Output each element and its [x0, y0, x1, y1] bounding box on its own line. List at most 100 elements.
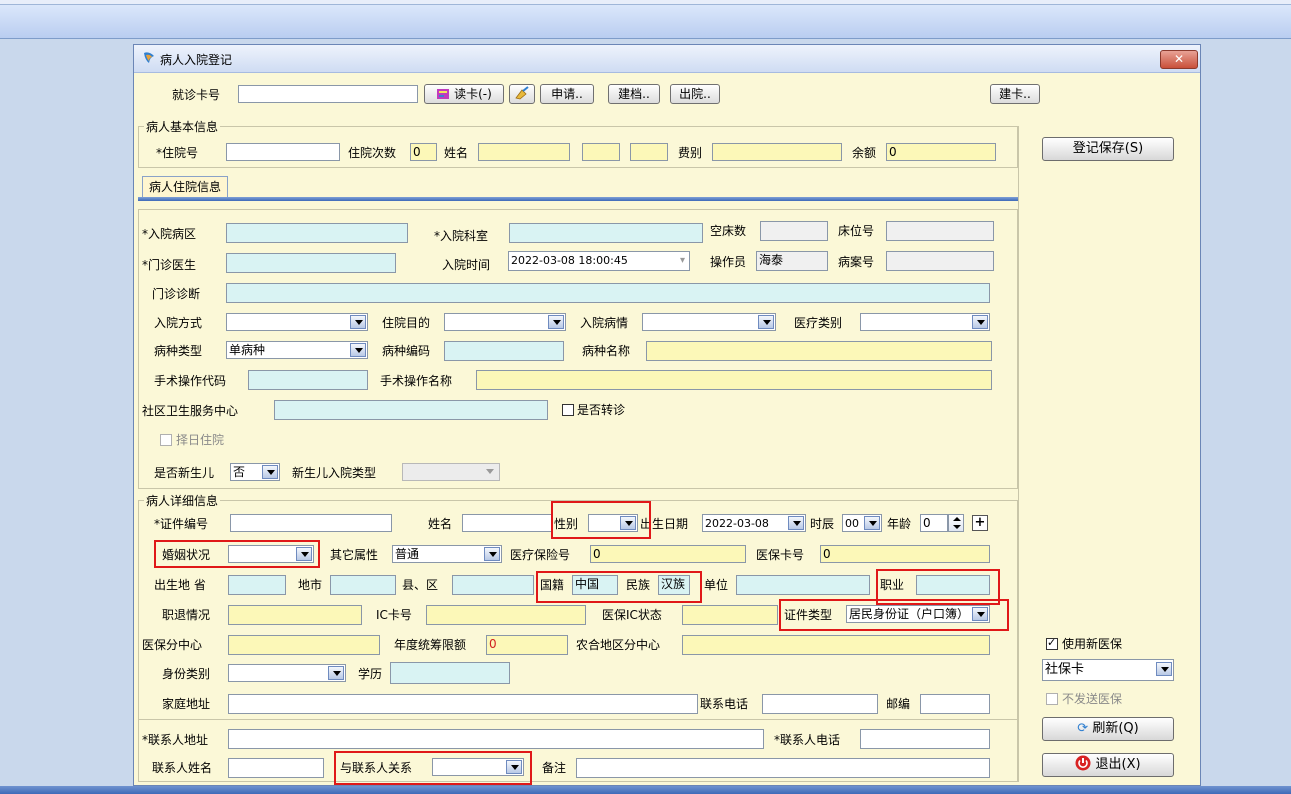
city-input[interactable]	[330, 575, 396, 595]
case-no-input[interactable]	[886, 251, 994, 271]
broom-icon	[515, 86, 529, 100]
birthplace-province-input[interactable]	[228, 575, 286, 595]
disease-name-input[interactable]	[646, 341, 992, 361]
relation-select[interactable]	[432, 758, 524, 776]
hour-select[interactable]: 00	[842, 514, 882, 532]
select-date-label: 择日住院	[176, 433, 225, 447]
surgery-code-label: 手术操作代码	[154, 374, 227, 388]
marital-select[interactable]	[228, 545, 314, 563]
purpose-label: 住院目的	[382, 316, 431, 330]
education-input[interactable]	[390, 662, 510, 684]
newborn-select[interactable]: 否	[230, 463, 280, 481]
bed-no-input[interactable]	[886, 221, 994, 241]
card-type-select[interactable]: 社保卡	[1042, 659, 1174, 681]
ethnic-input[interactable]: 汉族	[658, 575, 690, 595]
surgery-code-input[interactable]	[248, 370, 368, 390]
taskbar	[0, 786, 1291, 794]
create-record-button[interactable]: 建档..	[608, 84, 660, 104]
age-stepper[interactable]	[948, 514, 964, 532]
dept-input[interactable]	[509, 223, 703, 243]
card-no-input[interactable]	[238, 85, 418, 103]
ward-input[interactable]	[226, 223, 408, 243]
identity-select[interactable]	[228, 664, 346, 682]
age-label: 年龄	[887, 517, 912, 531]
ic-card-input[interactable]	[426, 605, 586, 625]
surgery-name-input[interactable]	[476, 370, 992, 390]
fee-type-input[interactable]	[712, 143, 842, 161]
contact-name-input[interactable]	[228, 758, 324, 778]
refresh-button[interactable]: ⟳ 刷新(Q)	[1042, 717, 1174, 741]
newborn-type-select[interactable]	[402, 463, 500, 481]
doctor-input[interactable]	[226, 253, 396, 273]
contact-phone-input[interactable]	[860, 729, 990, 749]
apply-button[interactable]: 申请..	[540, 84, 594, 104]
nationality-input[interactable]: 中国	[572, 575, 618, 595]
detail-name-input[interactable]	[462, 514, 552, 532]
address-input[interactable]	[228, 694, 698, 714]
disease-type-select[interactable]: 单病种	[226, 341, 368, 359]
right-panel-divider	[1018, 126, 1019, 782]
save-registration-button[interactable]: 登记保存(S)	[1042, 137, 1174, 161]
diagnosis-input[interactable]	[226, 283, 990, 303]
balance-input[interactable]: 0	[886, 143, 996, 161]
select-date-checkbox[interactable]	[160, 434, 172, 446]
other-attr-select[interactable]: 普通	[392, 545, 502, 563]
tab-underline	[138, 197, 1018, 201]
insurance-no-input[interactable]: 0	[590, 545, 746, 563]
newborn-type-label: 新生儿入院类型	[292, 466, 377, 480]
referral-label: 是否转诊	[577, 403, 626, 417]
age-input[interactable]: 0	[920, 514, 948, 532]
insurance-status-input[interactable]	[682, 605, 778, 625]
discharge-button[interactable]: 出院..	[670, 84, 720, 104]
basic-extra-input-1[interactable]	[582, 143, 620, 161]
admission-mode-select[interactable]	[226, 313, 368, 331]
inpatient-times-input[interactable]: 0	[410, 143, 437, 161]
inpatient-no-input[interactable]	[226, 143, 340, 161]
phone-input[interactable]	[762, 694, 878, 714]
condition-select[interactable]	[642, 313, 776, 331]
insurance-center-input[interactable]	[228, 635, 380, 655]
chevron-down-icon	[350, 343, 366, 357]
tab-admission-info[interactable]: 病人住院信息	[142, 176, 229, 198]
age-add-button[interactable]: +	[972, 515, 988, 531]
admission-time-picker[interactable]: 2022-03-08 18:00:45 ▾	[508, 251, 690, 271]
address-label: 家庭地址	[162, 697, 211, 711]
county-input[interactable]	[452, 575, 534, 595]
retire-input[interactable]	[228, 605, 362, 625]
annual-limit-input[interactable]: 0	[486, 635, 568, 655]
medical-type-select[interactable]	[860, 313, 990, 331]
basic-name-input[interactable]	[478, 143, 570, 161]
remark-input[interactable]	[576, 758, 990, 778]
create-card-button[interactable]: 建卡..	[990, 84, 1040, 104]
empty-beds-input	[760, 221, 828, 241]
surgery-name-label: 手术操作名称	[380, 374, 453, 388]
community-input[interactable]	[274, 400, 548, 420]
id-no-input[interactable]	[230, 514, 392, 532]
rural-center-input[interactable]	[682, 635, 990, 655]
zip-input[interactable]	[920, 694, 990, 714]
clear-button[interactable]	[509, 84, 535, 104]
close-button[interactable]: ✕	[1160, 50, 1198, 69]
purpose-select[interactable]	[444, 313, 566, 331]
annual-limit-label: 年度统筹限额	[394, 638, 467, 652]
ic-card-label: IC卡号	[376, 608, 412, 622]
no-send-insurance-checkbox[interactable]	[1046, 693, 1058, 705]
ethnic-label: 民族	[626, 578, 651, 592]
basic-extra-input-2[interactable]	[630, 143, 668, 161]
dept-label: *入院科室	[434, 229, 489, 243]
case-no-label: 病案号	[838, 255, 875, 269]
disease-code-input[interactable]	[444, 341, 564, 361]
ward-label: *入院病区	[142, 227, 197, 241]
read-card-button[interactable]: 读卡(-)	[424, 84, 504, 104]
birth-date-picker[interactable]: 2022-03-08	[702, 514, 806, 532]
condition-label: 入院病情	[580, 316, 629, 330]
id-type-select[interactable]: 居民身份证（户口簿）	[846, 605, 990, 623]
referral-checkbox[interactable]	[562, 404, 574, 416]
exit-button[interactable]: 退出(X)	[1042, 753, 1174, 777]
employer-input[interactable]	[736, 575, 870, 595]
insurance-card-input[interactable]: 0	[820, 545, 990, 563]
occupation-input[interactable]	[916, 575, 990, 595]
gender-select[interactable]	[588, 514, 638, 532]
use-new-insurance-checkbox[interactable]	[1046, 636, 1058, 650]
contact-address-input[interactable]	[228, 729, 764, 749]
